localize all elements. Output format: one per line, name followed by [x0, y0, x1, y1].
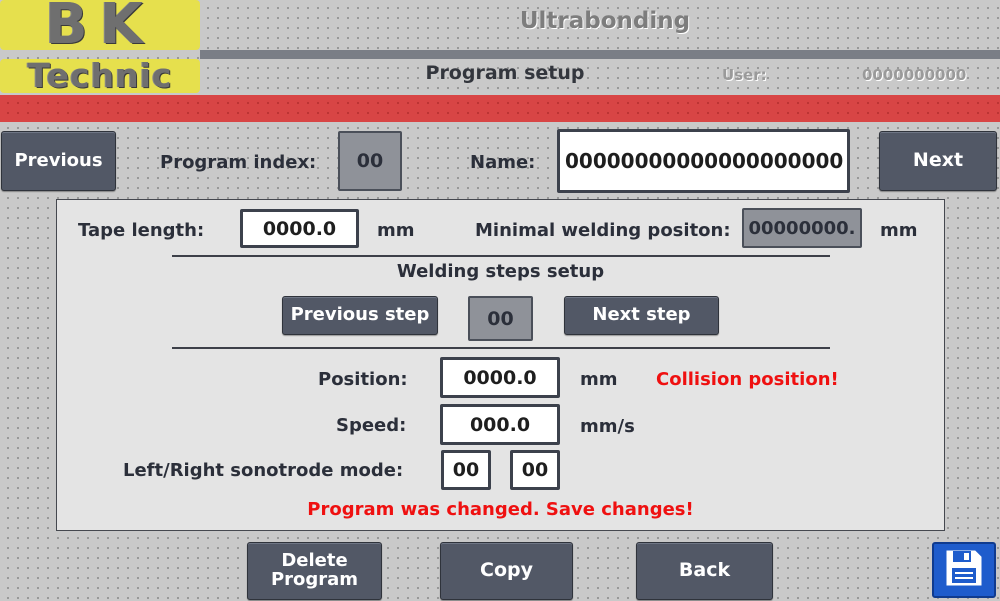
left-sonotrode-mode-input[interactable]: 00	[441, 450, 491, 490]
position-label: Position:	[318, 369, 408, 390]
tape-length-label: Tape length:	[78, 220, 205, 241]
back-button[interactable]: Back	[636, 542, 773, 600]
tape-length-unit: mm	[377, 220, 415, 241]
position-unit: mm	[580, 369, 618, 390]
collision-warning: Collision position!	[656, 369, 839, 390]
next-program-button[interactable]: Next	[879, 131, 997, 191]
page-title: Program setup	[425, 62, 585, 84]
user-label: User:	[722, 66, 767, 84]
min-welding-position-value: 00000000.	[742, 208, 862, 248]
tape-length-input[interactable]: 0000.0	[240, 209, 359, 248]
delete-label-line2: Program	[270, 569, 359, 590]
next-step-button[interactable]: Next step	[564, 296, 719, 335]
sonotrode-mode-label: Left/Right sonotrode mode:	[123, 460, 404, 481]
previous-program-button[interactable]: Previous	[1, 131, 116, 191]
step-index-value: 00	[468, 296, 533, 341]
min-welding-position-label: Minimal welding positon:	[475, 220, 731, 241]
welding-steps-title: Welding steps setup	[396, 261, 605, 282]
logo-bk-text: BK	[44, 0, 156, 50]
logo-technic: Technic	[0, 59, 200, 93]
header-divider	[200, 50, 1000, 59]
alarm-bar	[0, 95, 1000, 122]
program-name-input[interactable]: 00000000000000000000	[557, 129, 850, 193]
speed-label: Speed:	[336, 415, 407, 436]
program-index-label: Program index:	[160, 152, 317, 173]
logo-bk: BK	[0, 0, 200, 50]
delete-program-button[interactable]: Delete Program	[247, 542, 382, 600]
position-input[interactable]: 0000.0	[440, 357, 560, 398]
speed-input[interactable]: 000.0	[440, 404, 560, 445]
divider-line	[172, 255, 830, 257]
app-title: Ultrabonding	[519, 8, 691, 34]
name-label: Name:	[470, 152, 536, 173]
previous-step-button[interactable]: Previous step	[282, 296, 438, 335]
logo-technic-text: Technic	[27, 59, 173, 93]
floppy-disk-icon	[944, 548, 984, 592]
copy-button[interactable]: Copy	[440, 542, 573, 600]
speed-unit: mm/s	[580, 416, 635, 437]
min-welding-position-unit: mm	[880, 220, 918, 241]
right-sonotrode-mode-input[interactable]: 00	[510, 450, 560, 490]
save-button[interactable]	[932, 542, 996, 598]
user-value: 0000000000	[862, 66, 967, 84]
program-changed-warning: Program was changed. Save changes!	[307, 499, 694, 520]
divider-line	[172, 347, 830, 349]
program-index-value: 00	[338, 131, 402, 191]
